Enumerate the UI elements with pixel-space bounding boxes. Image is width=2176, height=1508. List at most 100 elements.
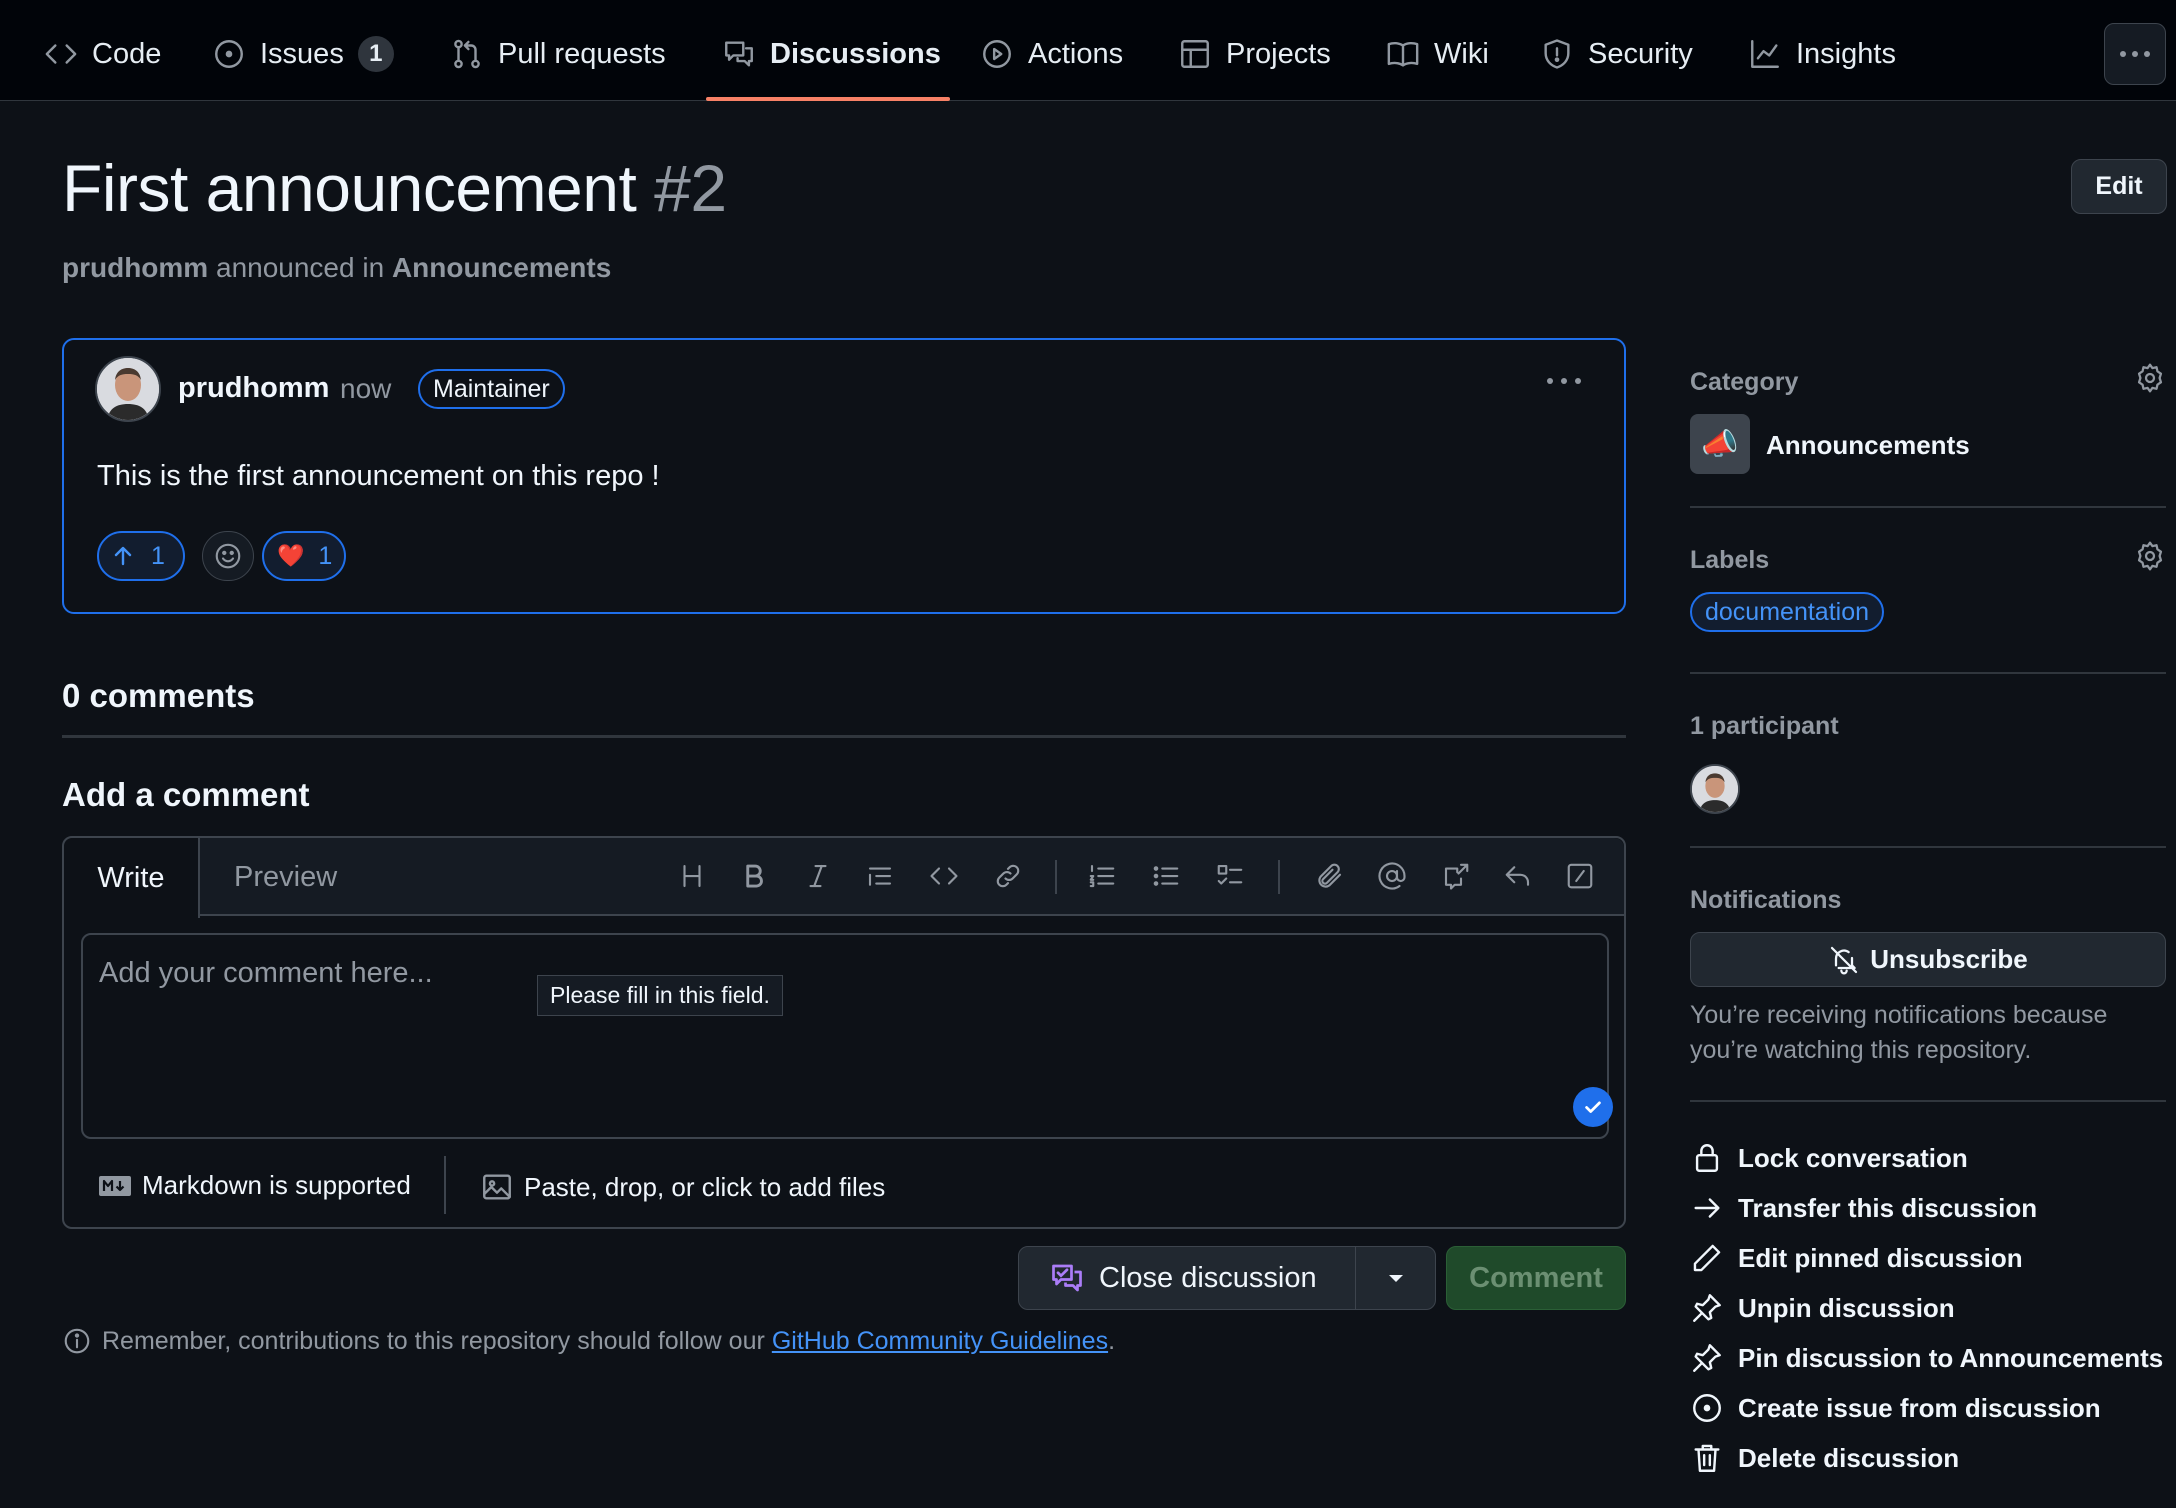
tab-actions[interactable]: Actions — [980, 24, 1123, 84]
comment-button[interactable]: Comment — [1446, 1246, 1626, 1310]
tab-pull-requests[interactable]: Pull requests — [450, 24, 666, 84]
markdown-note: Markdown is supported — [142, 1170, 411, 1200]
label-documentation[interactable]: documentation — [1690, 592, 1885, 632]
comment-textarea[interactable]: Add your comment here... Please fill in … — [81, 933, 1613, 1139]
link-icon — [996, 864, 1020, 888]
lock-icon — [1695, 1144, 1719, 1172]
pin-icon — [1693, 1344, 1721, 1372]
unpin-discussion-label: Unpin discussion — [1738, 1292, 1955, 1323]
upvote-button[interactable]: 1 — [97, 531, 185, 581]
post-options-button[interactable] — [1540, 366, 1588, 396]
code-button[interactable] — [926, 858, 962, 894]
code-icon — [930, 867, 958, 885]
edit-pinned-action[interactable]: Edit pinned discussion — [1690, 1241, 2023, 1275]
tab-insights[interactable]: Insights — [1748, 24, 1896, 84]
grammar-check-icon[interactable] — [1573, 1087, 1613, 1127]
delete-discussion-label: Delete discussion — [1738, 1442, 1960, 1473]
tab-code[interactable]: Code — [44, 24, 161, 84]
mention-icon — [1378, 862, 1406, 890]
edit-button[interactable]: Edit — [2071, 159, 2167, 214]
unpin-discussion-action[interactable]: Unpin discussion — [1690, 1291, 1955, 1325]
add-reaction-button[interactable] — [202, 531, 254, 581]
post-author-avatar[interactable] — [95, 356, 161, 422]
post-timestamp[interactable]: now — [340, 373, 391, 405]
attach-button[interactable] — [1312, 858, 1348, 894]
tab-insights-label: Insights — [1796, 37, 1896, 70]
discussion-title: First announcement — [62, 151, 637, 225]
ordered-list-button[interactable] — [1084, 858, 1120, 894]
heart-reaction-button[interactable]: ❤️ 1 — [262, 531, 346, 581]
pin-slash-icon — [1693, 1294, 1721, 1322]
transfer-discussion-action[interactable]: Transfer this discussion — [1690, 1191, 2037, 1225]
tab-discussions[interactable]: Discussions — [722, 24, 941, 84]
pencil-icon — [1693, 1244, 1721, 1272]
sidebar-divider — [1690, 506, 2166, 508]
mention-button[interactable] — [1374, 858, 1410, 894]
category-heading: Category — [1690, 368, 1799, 396]
category-emoji-icon: 📣 — [1690, 414, 1750, 474]
tab-discussions-label: Discussions — [770, 37, 941, 70]
slash-commands-button[interactable] — [1562, 858, 1598, 894]
post-author-link[interactable]: prudhomm — [178, 372, 329, 405]
bold-button[interactable] — [736, 858, 772, 894]
megaphone-icon: 📣 — [1701, 427, 1739, 461]
category-name-link[interactable]: Announcements — [1766, 430, 1970, 461]
task-list-button[interactable] — [1212, 858, 1248, 894]
delete-discussion-action[interactable]: Delete discussion — [1690, 1441, 1959, 1475]
shield-icon — [1544, 39, 1570, 69]
add-files-note: Paste, drop, or click to add files — [524, 1171, 886, 1202]
close-discussion-button[interactable]: Close discussion — [1019, 1247, 1355, 1309]
participant-avatar[interactable] — [1690, 764, 1740, 814]
unsubscribe-button[interactable]: Unsubscribe — [1690, 932, 2166, 987]
guidelines-link[interactable]: GitHub Community Guidelines — [772, 1327, 1108, 1356]
labels-heading: Labels — [1690, 546, 1770, 574]
comment-placeholder: Add your comment here... — [99, 957, 433, 989]
tab-issues[interactable]: Issues 1 — [212, 24, 394, 84]
comments-count: 0 comments — [62, 677, 255, 714]
discussion-number: #2 — [654, 151, 727, 225]
tab-wiki[interactable]: Wiki — [1386, 24, 1489, 84]
repo-nav: Code Issues 1 Pull requests Discussions … — [0, 0, 2176, 101]
create-issue-action[interactable]: Create issue from discussion — [1690, 1391, 2101, 1425]
saved-replies-button[interactable] — [1500, 858, 1536, 894]
markdown-help-link[interactable]: Markdown is supported — [98, 1170, 411, 1201]
lock-conversation-action[interactable]: Lock conversation — [1690, 1141, 1968, 1175]
cross-reference-icon — [1444, 863, 1469, 890]
link-button[interactable] — [990, 858, 1026, 894]
labels-settings-button[interactable] — [2134, 540, 2166, 572]
tab-security[interactable]: Security — [1540, 24, 1693, 84]
maintainer-badge: Maintainer — [418, 369, 565, 409]
paperclip-icon — [1318, 863, 1342, 888]
guidelines-note: Remember, contributions to this reposito… — [62, 1326, 1115, 1356]
sidebar-divider — [1690, 846, 2166, 848]
avatar-portrait-icon — [1692, 766, 1738, 812]
comments-divider — [62, 735, 1626, 738]
reply-icon — [1505, 866, 1530, 886]
quote-button[interactable] — [862, 858, 898, 894]
italic-icon — [809, 864, 827, 888]
discussion-post: prudhomm now Maintainer This is the firs… — [62, 338, 1626, 614]
italic-button[interactable] — [800, 858, 836, 894]
category-settings-button[interactable] — [2134, 362, 2166, 394]
git-pull-request-icon — [454, 39, 480, 69]
byline-category-link[interactable]: Announcements — [392, 252, 611, 283]
unsubscribe-label: Unsubscribe — [1870, 944, 2028, 974]
tab-projects[interactable]: Projects — [1178, 24, 1331, 84]
pin-to-category-label: Pin discussion to Announcements — [1738, 1342, 2164, 1373]
add-files-button[interactable]: Paste, drop, or click to add files — [480, 1170, 885, 1204]
smiley-icon — [215, 543, 241, 569]
pin-to-category-action[interactable]: Pin discussion to Announcements — [1690, 1341, 2163, 1375]
heading-button[interactable] — [674, 858, 710, 894]
toolbar-separator — [1055, 860, 1057, 894]
tab-write[interactable]: Write — [64, 838, 200, 918]
info-icon — [64, 1328, 90, 1354]
reference-button[interactable] — [1438, 858, 1474, 894]
tab-preview[interactable]: Preview — [234, 838, 337, 916]
unordered-list-button[interactable] — [1148, 858, 1184, 894]
byline-author-link[interactable]: prudhomm — [62, 252, 208, 283]
nav-more-button[interactable] — [2104, 23, 2166, 85]
transfer-discussion-label: Transfer this discussion — [1738, 1192, 2038, 1223]
avatar-portrait-icon — [97, 358, 159, 420]
sidebar-divider — [1690, 1100, 2166, 1102]
close-options-dropdown[interactable] — [1356, 1247, 1436, 1309]
